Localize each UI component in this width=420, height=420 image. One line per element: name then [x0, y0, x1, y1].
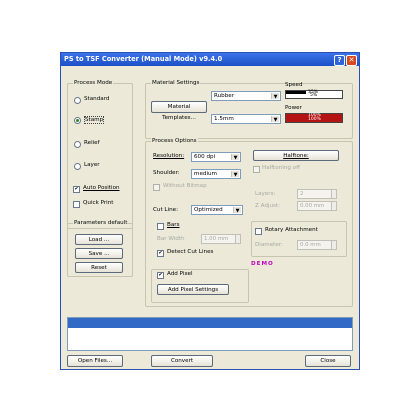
without-bitmap-checkbox[interactable] — [153, 184, 160, 191]
open-files-button[interactable]: Open Files... — [67, 355, 123, 367]
chevron-down-icon: ▼ — [233, 207, 241, 214]
rotary-checkbox[interactable] — [255, 228, 262, 235]
diameter-input[interactable]: 0.0 mm — [297, 240, 333, 250]
bar-width-value: 1.00 mm — [204, 236, 229, 242]
power-bar: 100% 100% — [285, 113, 343, 123]
zadjust-input[interactable]: 0.00 mm — [297, 201, 335, 211]
chevron-down-icon: ▼ — [231, 154, 239, 161]
radio-relief[interactable] — [74, 141, 81, 148]
window-title: PS to TSF Converter (Manual Mode) v9.4.0 — [64, 55, 223, 63]
bars-checkbox[interactable] — [157, 223, 164, 230]
halftoning-off-checkbox[interactable] — [253, 166, 260, 173]
radio-layer-label: Layer — [84, 162, 100, 168]
layers-label: Layers: — [255, 191, 276, 197]
speed-fill — [286, 91, 306, 94]
cutline-value: Optimized — [194, 207, 223, 213]
radio-standard[interactable] — [74, 97, 81, 104]
speed-bar: 35% 5% — [285, 90, 343, 99]
resolution-value: 600 dpi — [194, 154, 216, 160]
radio-layer[interactable] — [74, 163, 81, 170]
material-templates-button[interactable]: Material Templates... — [151, 101, 207, 121]
layers-value: 2 — [300, 191, 304, 197]
shoulder-select[interactable]: medium ▼ — [191, 169, 241, 179]
process-options-title: Process Options — [151, 138, 198, 144]
material-value: Rubber — [214, 93, 235, 99]
layers-input[interactable]: 2 — [297, 189, 335, 199]
convert-button[interactable]: Convert — [151, 355, 213, 367]
process-mode-title: Process Mode — [73, 80, 114, 86]
halftoning-off-label: Halftoning off — [262, 165, 300, 171]
shoulder-value: medium — [194, 171, 217, 177]
quick-print-label: Quick Print — [83, 200, 114, 206]
thickness-value: 1.5mm — [214, 116, 234, 122]
chevron-down-icon: ▼ — [271, 116, 279, 123]
load-button[interactable]: Load ... — [75, 234, 123, 245]
bars-label: Bars — [167, 222, 180, 228]
close-window-button[interactable]: ✕ — [346, 55, 357, 66]
save-button[interactable]: Save ... — [75, 248, 123, 259]
thickness-select[interactable]: 1.5mm ▼ — [211, 114, 281, 124]
parameters-title: Parameters default — [73, 220, 129, 226]
speed-label: Speed — [285, 82, 303, 88]
detect-cut-lines-checkbox[interactable]: ✔ — [157, 250, 164, 257]
auto-position-label: Auto Position — [83, 185, 120, 191]
radio-stamp-label: Stamp — [84, 116, 105, 124]
power-label: Power — [285, 105, 302, 111]
speed-value-2: 5% — [310, 93, 318, 98]
converter-window: PS to TSF Converter (Manual Mode) v9.4.0… — [60, 52, 360, 370]
without-bitmap-label: Without Bitmap — [163, 183, 207, 189]
diameter-stepper[interactable] — [331, 240, 337, 250]
halftone-button[interactable]: Halftone: — [253, 150, 339, 161]
help-button[interactable]: ? — [334, 55, 345, 66]
demo-text: DEMO — [251, 261, 274, 267]
radio-stamp[interactable] — [74, 117, 81, 124]
add-pixel-settings-button[interactable]: Add Pixel Settings — [157, 284, 229, 295]
radio-relief-label: Relief — [84, 140, 100, 146]
bar-width-input[interactable]: 1.00 mm — [201, 234, 237, 244]
auto-position-checkbox[interactable]: ✔ — [73, 186, 80, 193]
chevron-down-icon: ▼ — [271, 93, 279, 100]
power-value-2: 100% — [308, 117, 321, 122]
title-bar: PS to TSF Converter (Manual Mode) v9.4.0… — [61, 53, 359, 66]
layers-stepper[interactable] — [331, 189, 337, 199]
log-selected-row[interactable] — [68, 318, 352, 328]
diameter-label: Diameter: — [255, 242, 283, 248]
zadjust-label: Z Adjust: — [255, 203, 280, 209]
quick-print-checkbox[interactable] — [73, 201, 80, 208]
add-pixel-label: Add Pixel — [167, 271, 193, 277]
radio-standard-label: Standard — [84, 96, 110, 102]
rotary-label: Rotary Attachment — [265, 227, 318, 233]
log-panel — [67, 317, 353, 351]
chevron-down-icon: ▼ — [231, 171, 239, 178]
add-pixel-checkbox[interactable]: ✔ — [157, 272, 164, 279]
material-settings-title: Material Settings — [151, 80, 201, 86]
cutline-label: Cut Line: — [153, 207, 178, 213]
zadjust-stepper[interactable] — [331, 201, 337, 211]
diameter-value: 0.0 mm — [300, 242, 321, 248]
zadjust-value: 0.00 mm — [300, 203, 325, 209]
detect-cut-lines-label: Detect Cut Lines — [167, 249, 214, 255]
resolution-select[interactable]: 600 dpi ▼ — [191, 152, 241, 162]
shoulder-label: Shoulder: — [153, 170, 180, 176]
bar-width-stepper[interactable] — [235, 234, 241, 244]
close-button[interactable]: Close — [305, 355, 351, 367]
bar-width-label: Bar Width — [157, 236, 185, 242]
cutline-select[interactable]: Optimized ▼ — [191, 205, 243, 215]
resolution-label: Resolution: — [153, 153, 185, 159]
reset-button[interactable]: Reset — [75, 262, 123, 273]
material-select[interactable]: Rubber ▼ — [211, 91, 281, 101]
